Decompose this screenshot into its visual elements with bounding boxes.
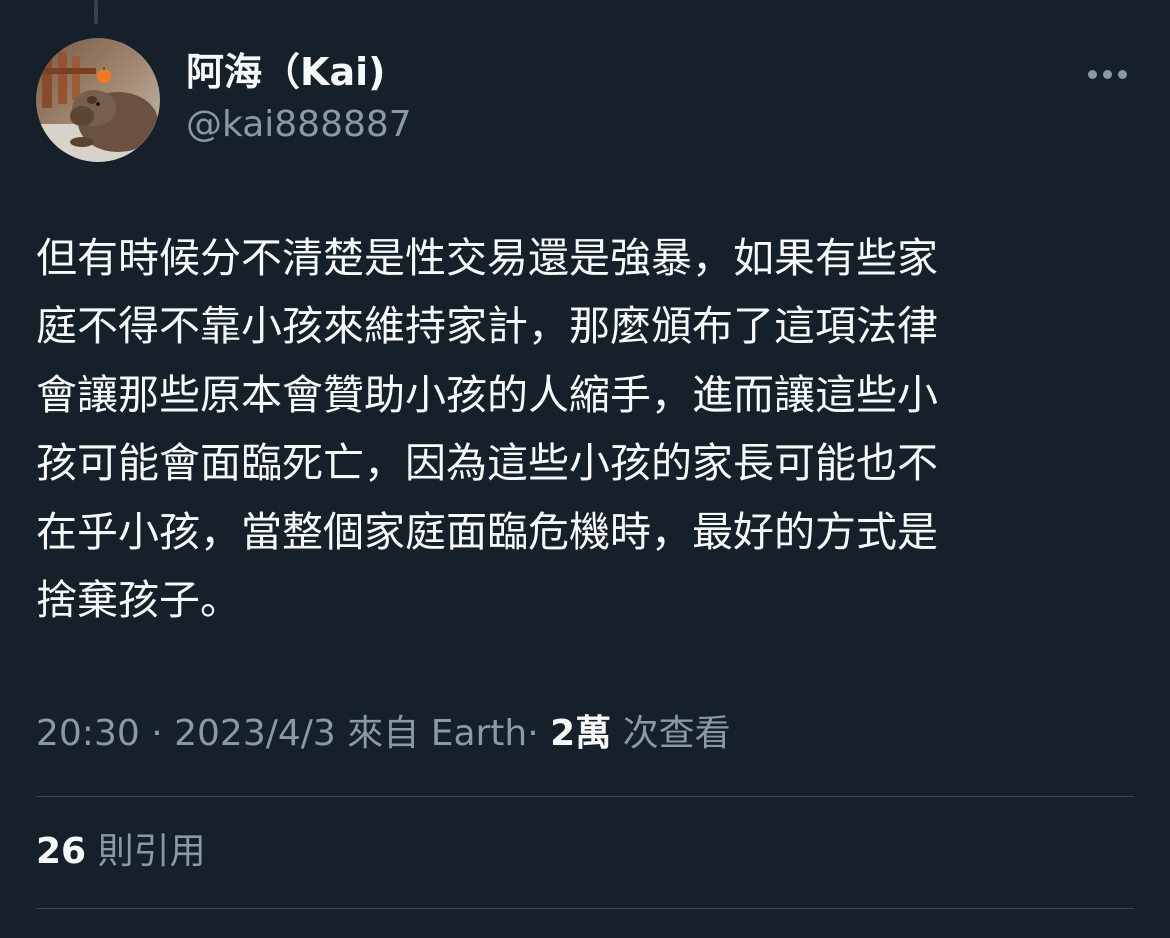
thread-connector-line xyxy=(94,0,98,24)
meta-separator: · xyxy=(151,713,163,754)
more-options-button[interactable] xyxy=(1082,56,1132,92)
divider xyxy=(36,796,1134,797)
quotes-stat-link[interactable]: 26 則引用 xyxy=(36,826,206,878)
meta-separator: · xyxy=(527,713,539,754)
more-horizontal-icon-dot xyxy=(1102,69,1112,79)
more-horizontal-icon xyxy=(1087,69,1097,79)
views-label: 次查看 xyxy=(622,713,731,754)
tweet-date[interactable]: 2023/4/3 xyxy=(174,713,336,754)
tweet-meta: 20:30 · 2023/4/3 來自 Earth· 2萬 次查看 xyxy=(36,708,731,760)
quotes-label: 則引用 xyxy=(97,831,206,872)
more-horizontal-icon-dot xyxy=(1117,69,1127,79)
avatar-capybara-image xyxy=(36,38,160,162)
quotes-count: 26 xyxy=(36,831,87,872)
tweet-source: 來自 Earth xyxy=(347,713,528,754)
tweet-detail-page: 阿海（Kai) @kai888887 但有時候分不清楚是性交易還是強暴，如果有些… xyxy=(0,0,1170,938)
avatar[interactable] xyxy=(36,38,160,162)
tweet-time[interactable]: 20:30 xyxy=(36,713,140,754)
author-display-name[interactable]: 阿海（Kai) xyxy=(186,46,385,98)
divider xyxy=(36,908,1134,909)
views-count: 2萬 xyxy=(550,713,612,754)
tweet-text: 但有時候分不清楚是性交易還是強暴，如果有些家 庭不得不靠小孩來維持家計，那麼頒布… xyxy=(36,234,938,625)
author-handle[interactable]: @kai888887 xyxy=(186,100,412,150)
